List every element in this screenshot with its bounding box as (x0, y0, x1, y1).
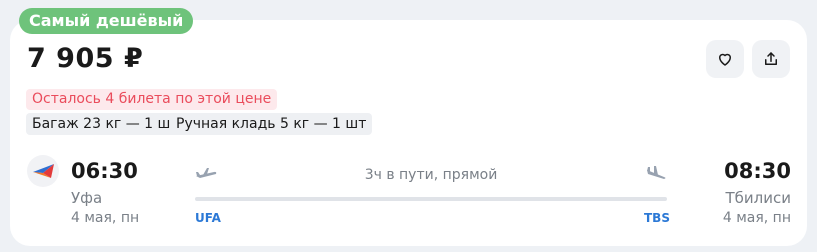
arrival-city: Тбилиси (725, 189, 792, 207)
arrival-iata: TBS (644, 211, 670, 225)
arrival-date: 4 мая, пн (722, 210, 791, 226)
departure-time: 06:30 (71, 159, 138, 183)
cheapest-badge: Самый дешёвый (19, 8, 194, 34)
landing-icon (645, 164, 667, 182)
ticket-price: 7 905 ₽ (27, 43, 144, 74)
arrival-time: 08:30 (724, 159, 791, 183)
favorite-button[interactable] (706, 40, 744, 78)
departure-date: 4 мая, пн (71, 210, 140, 226)
departure-city: Уфа (71, 189, 103, 207)
departure-iata: UFA (195, 211, 221, 225)
heart-icon (719, 53, 731, 66)
airline-logo (27, 155, 59, 187)
checked-baggage-chip: Багаж 23 кг — 1 шт (26, 113, 185, 135)
share-button[interactable] (752, 40, 790, 78)
carry-on-chip: Ручная кладь 5 кг — 1 шт (170, 113, 373, 135)
share-icon (765, 52, 777, 65)
tickets-left-alert: Осталось 4 билета по этой цене (26, 89, 278, 110)
flight-duration: 3ч в пути, прямой (364, 167, 498, 183)
route-line (195, 197, 667, 201)
